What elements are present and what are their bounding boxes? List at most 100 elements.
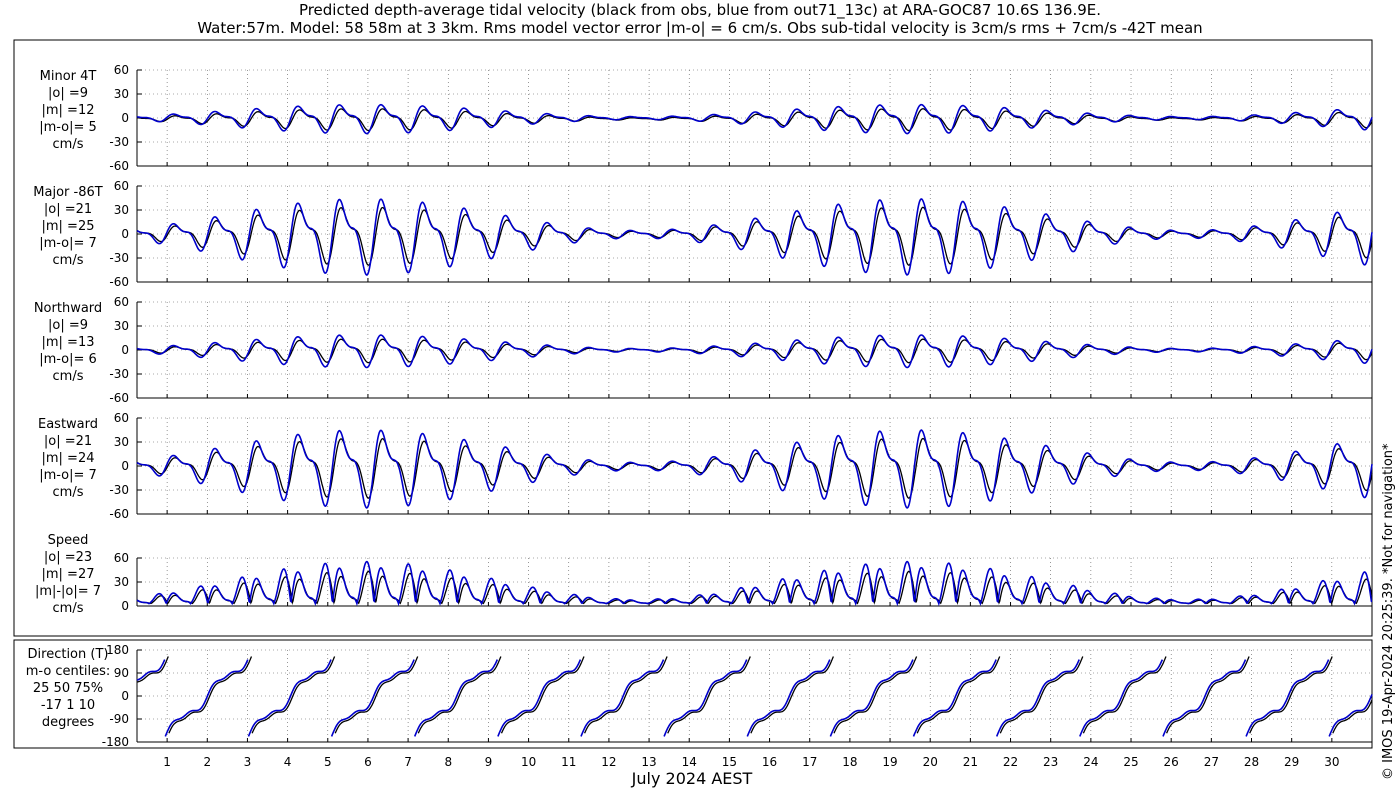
ytick-label: -30 xyxy=(109,483,129,497)
ytick-label: 0 xyxy=(121,227,129,241)
xtick-label: 1 xyxy=(163,755,171,769)
panel-direction-label-line: Direction (T) xyxy=(28,647,109,662)
xtick-label: 22 xyxy=(1003,755,1018,769)
ytick-label: 60 xyxy=(114,411,129,425)
xtick-label: 5 xyxy=(324,755,332,769)
panel-speed-grid xyxy=(137,557,1372,607)
ytick-label: 0 xyxy=(121,459,129,473)
ytick-label: 60 xyxy=(114,295,129,309)
panel-eastward-label-line: cm/s xyxy=(53,485,84,500)
panel-northward-label-line: cm/s xyxy=(53,369,84,384)
ytick-label: -180 xyxy=(102,735,129,749)
xtick-label: 7 xyxy=(404,755,412,769)
panel-northward-label-line: |m| =13 xyxy=(42,335,95,350)
xtick-label: 23 xyxy=(1043,755,1058,769)
panel-northward: -60 -30 0 30 60 Northward |o| =9 |m| =13 |m-o|= … xyxy=(34,295,1373,405)
panel-major-label-line: |m-o|= 7 xyxy=(39,236,97,251)
xtick-label: 4 xyxy=(284,755,292,769)
panel-eastward-label-line: |m-o|= 7 xyxy=(39,468,97,483)
ytick-label: 30 xyxy=(114,435,129,449)
ytick-label: 60 xyxy=(114,63,129,77)
panel-major: -60 -30 0 30 60 Major -86T |o| =21 |m| =25 |m-o|… xyxy=(33,179,1373,289)
panel-speed-label-line: |m| =27 xyxy=(42,567,95,582)
xtick-label: 8 xyxy=(444,755,452,769)
panels-group: -60-3003060Minor 4T|o| =9|m| =12|m-o|= 5… xyxy=(13,39,1373,769)
x-axis-label: July 2024 AEST xyxy=(631,769,753,788)
panel-northward-label-line: |o| =9 xyxy=(48,318,88,333)
panel-direction-label-line: 25 50 75% xyxy=(33,681,103,696)
panel-speed-label-line: |m|-|o|= 7 xyxy=(35,584,101,599)
panel-northward-label-line: Northward xyxy=(34,301,102,316)
panel-direction-label-line: degrees xyxy=(42,715,95,730)
panel-eastward-label-line: |m| =24 xyxy=(42,451,95,466)
upper-frame xyxy=(13,39,1373,637)
panel-speed: 0 30 60 Speed |o| =23 |m| =27 |m|-|o|= 7 cm/s xyxy=(35,533,1373,616)
panel-northward-label-line: |m-o|= 6 xyxy=(39,352,97,367)
x-tick-labels: 1 2 3 4 5 6 7 8 9 10 11 12 13 14 15 16 17 18 19 20 21 22 23 24 2… xyxy=(163,755,1339,769)
xtick-label: 17 xyxy=(802,755,817,769)
chart-stage: Predicted depth-average tidal velocity (… xyxy=(0,0,1400,800)
tidal-velocity-plot: Predicted depth-average tidal velocity (… xyxy=(13,1,1396,788)
ytick-label: -60 xyxy=(109,275,129,289)
panel-major-series-model xyxy=(136,198,1373,276)
xtick-label: 12 xyxy=(601,755,616,769)
panel-major-label-line: |m| =25 xyxy=(42,219,95,234)
ytick-label: 0 xyxy=(121,689,129,703)
xtick-label: 29 xyxy=(1284,755,1299,769)
panel-eastward-label-line: |o| =21 xyxy=(44,434,92,449)
ytick-label: 30 xyxy=(114,203,129,217)
ytick-label: 30 xyxy=(114,575,129,589)
ytick-label: -90 xyxy=(109,712,129,726)
xtick-label: 11 xyxy=(561,755,576,769)
xtick-label: 30 xyxy=(1324,755,1339,769)
panel-direction-grid xyxy=(137,649,1372,743)
xtick-label: 3 xyxy=(244,755,252,769)
xtick-label: 25 xyxy=(1123,755,1138,769)
panel-eastward-series-obs xyxy=(136,437,1373,499)
xtick-label: 18 xyxy=(842,755,857,769)
copyright-note: © IMOS 19-Apr-2024 20:25:39. *Not for na… xyxy=(1381,443,1396,780)
ytick-label: 30 xyxy=(114,87,129,101)
ytick-label: 60 xyxy=(114,179,129,193)
panel-eastward-label-line: Eastward xyxy=(38,417,98,432)
xtick-label: 6 xyxy=(364,755,372,769)
panel-minor-label-line: |m-o|= 5 xyxy=(39,120,97,135)
ytick-label: 0 xyxy=(121,343,129,357)
panel-direction-label-line: -17 1 10 xyxy=(41,698,95,713)
chart-title-line2: Water:57m. Model: 58 58m at 3 3km. Rms m… xyxy=(197,19,1202,37)
panel-minor-label-line: |o| =9 xyxy=(48,86,88,101)
xtick-label: 24 xyxy=(1083,755,1098,769)
panel-eastward-series-model xyxy=(136,429,1373,509)
xtick-label: 9 xyxy=(485,755,493,769)
panel-speed-label-line: |o| =23 xyxy=(44,550,92,565)
xtick-label: 2 xyxy=(203,755,211,769)
panel-speed-label-line: cm/s xyxy=(53,601,84,616)
panel-major-label-line: cm/s xyxy=(53,253,84,268)
panel-direction-label-line: m-o centiles: xyxy=(26,664,111,679)
ytick-label: -60 xyxy=(109,391,129,405)
ytick-label: 0 xyxy=(121,111,129,125)
panel-major-series-obs xyxy=(136,206,1373,266)
xtick-label: 21 xyxy=(963,755,978,769)
ytick-label: 30 xyxy=(114,319,129,333)
panel-minor: -60 -30 0 30 60 Minor 4T |o| =9 |m| =12 |m-o|= 5… xyxy=(39,63,1373,173)
ytick-label: -30 xyxy=(109,251,129,265)
xtick-label: 28 xyxy=(1244,755,1259,769)
ytick-label: 60 xyxy=(114,551,129,565)
ytick-label: 180 xyxy=(106,643,129,657)
panel-major-label-line: |o| =21 xyxy=(44,202,92,217)
panel-major-label-line: Major -86T xyxy=(33,185,102,200)
ytick-label: -30 xyxy=(109,367,129,381)
xtick-label: 19 xyxy=(882,755,897,769)
xtick-label: 10 xyxy=(521,755,536,769)
panel-minor-label-line: cm/s xyxy=(53,137,84,152)
ytick-label: -60 xyxy=(109,159,129,173)
panel-speed-label-line: Speed xyxy=(48,533,89,548)
xtick-label: 26 xyxy=(1164,755,1179,769)
xtick-label: 15 xyxy=(722,755,737,769)
panel-direction: -180 -90 0 90 180Direction (T) m-o centiles: 2… xyxy=(26,643,1373,749)
xtick-label: 13 xyxy=(641,755,656,769)
xtick-label: 20 xyxy=(923,755,938,769)
xtick-label: 16 xyxy=(762,755,777,769)
ytick-label: 90 xyxy=(114,666,129,680)
